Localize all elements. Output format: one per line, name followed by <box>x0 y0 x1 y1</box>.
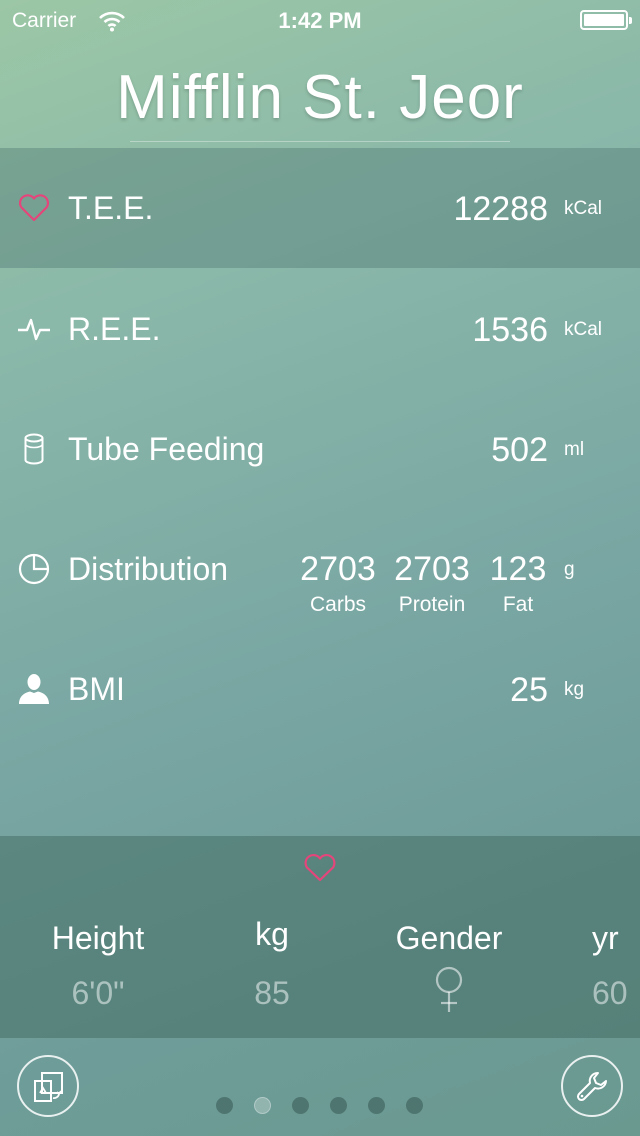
row-tube-feeding-unit: ml <box>564 439 585 460</box>
row-tee-value: 12288 <box>453 190 548 228</box>
distribution-carbs-label: Carbs <box>309 593 367 616</box>
status-bar: Carrier 1:42 PM <box>0 0 640 40</box>
female-symbol-icon[interactable] <box>432 965 466 1015</box>
distribution-protein-label: Protein <box>398 593 466 616</box>
canister-icon <box>24 433 44 465</box>
row-ree-label: R.E.E. <box>68 311 161 347</box>
picker-weight-value[interactable]: 85 <box>232 975 312 1012</box>
page-dot[interactable] <box>216 1097 233 1114</box>
row-tube-feeding-value: 502 <box>491 431 548 469</box>
picker-weight-column[interactable]: kg 85 <box>232 916 312 1012</box>
picker-height-value[interactable]: 6'0" <box>36 975 160 1012</box>
row-ree[interactable]: R.E.E. 1536 kCal <box>0 268 640 388</box>
distribution-unit: g <box>564 559 575 580</box>
switch-formula-button[interactable] <box>17 1055 79 1117</box>
row-tee-unit: kCal <box>564 198 603 219</box>
row-bmi[interactable]: BMI 25 kg <box>0 628 640 748</box>
heart-icon <box>304 854 336 882</box>
picker-gender-column[interactable]: Gender <box>385 920 513 1015</box>
row-distribution[interactable]: Distribution 2703 Carbs 2703 Protein 123… <box>0 508 640 636</box>
page-indicator[interactable] <box>216 1097 426 1115</box>
settings-button[interactable] <box>561 1055 623 1117</box>
page-dot[interactable] <box>406 1097 423 1114</box>
battery-icon <box>580 10 632 30</box>
picker-height-header: Height <box>51 920 145 956</box>
row-tube-feeding-label: Tube Feeding <box>68 431 265 467</box>
row-ree-unit: kCal <box>564 319 603 340</box>
row-bmi-unit: kg <box>564 679 585 700</box>
title-divider <box>130 141 510 142</box>
distribution-fat-label: Fat <box>502 593 534 616</box>
distribution-carbs: 2703 Carbs <box>296 550 380 617</box>
distribution-protein: 2703 Protein <box>390 550 474 617</box>
picker-age-column[interactable]: yr 60 <box>592 920 640 1012</box>
picker-weight-header: kg <box>255 916 289 952</box>
person-icon <box>19 674 49 704</box>
row-distribution-label: Distribution <box>68 551 229 587</box>
wrench-icon <box>576 1072 607 1102</box>
row-ree-value: 1536 <box>472 311 548 349</box>
picker-age-value[interactable]: 60 <box>592 975 640 1012</box>
heart-icon <box>18 194 50 222</box>
page-dot[interactable] <box>292 1097 309 1114</box>
row-tee-label: T.E.E. <box>68 190 154 226</box>
row-bmi-value: 25 <box>510 671 548 709</box>
formula-switch-icon <box>34 1072 63 1102</box>
row-tube-feeding[interactable]: Tube Feeding 502 ml <box>0 388 640 508</box>
pulse-icon <box>18 318 50 341</box>
distribution-fat-value: 123 <box>489 550 547 588</box>
picker-gender-header: Gender <box>395 920 503 956</box>
page-dot[interactable] <box>330 1097 347 1114</box>
page-dot-active[interactable] <box>254 1097 271 1114</box>
distribution-fat: 123 Fat <box>484 550 552 617</box>
distribution-protein-value: 2703 <box>394 550 470 588</box>
pie-chart-icon <box>18 553 50 585</box>
page-title: Mifflin St. Jeor <box>116 63 524 132</box>
picker-height-column[interactable]: Height 6'0" <box>36 920 160 1012</box>
status-time: 1:42 PM <box>278 8 362 33</box>
row-tee[interactable]: T.E.E. 12288 kCal <box>0 148 640 268</box>
row-bmi-label: BMI <box>68 671 125 707</box>
picker-age-header: yr <box>592 920 619 956</box>
distribution-carbs-value: 2703 <box>300 550 376 588</box>
page-dot[interactable] <box>368 1097 385 1114</box>
input-picker[interactable]: Height 6'0" kg 85 Gender yr 60 <box>0 836 640 1038</box>
